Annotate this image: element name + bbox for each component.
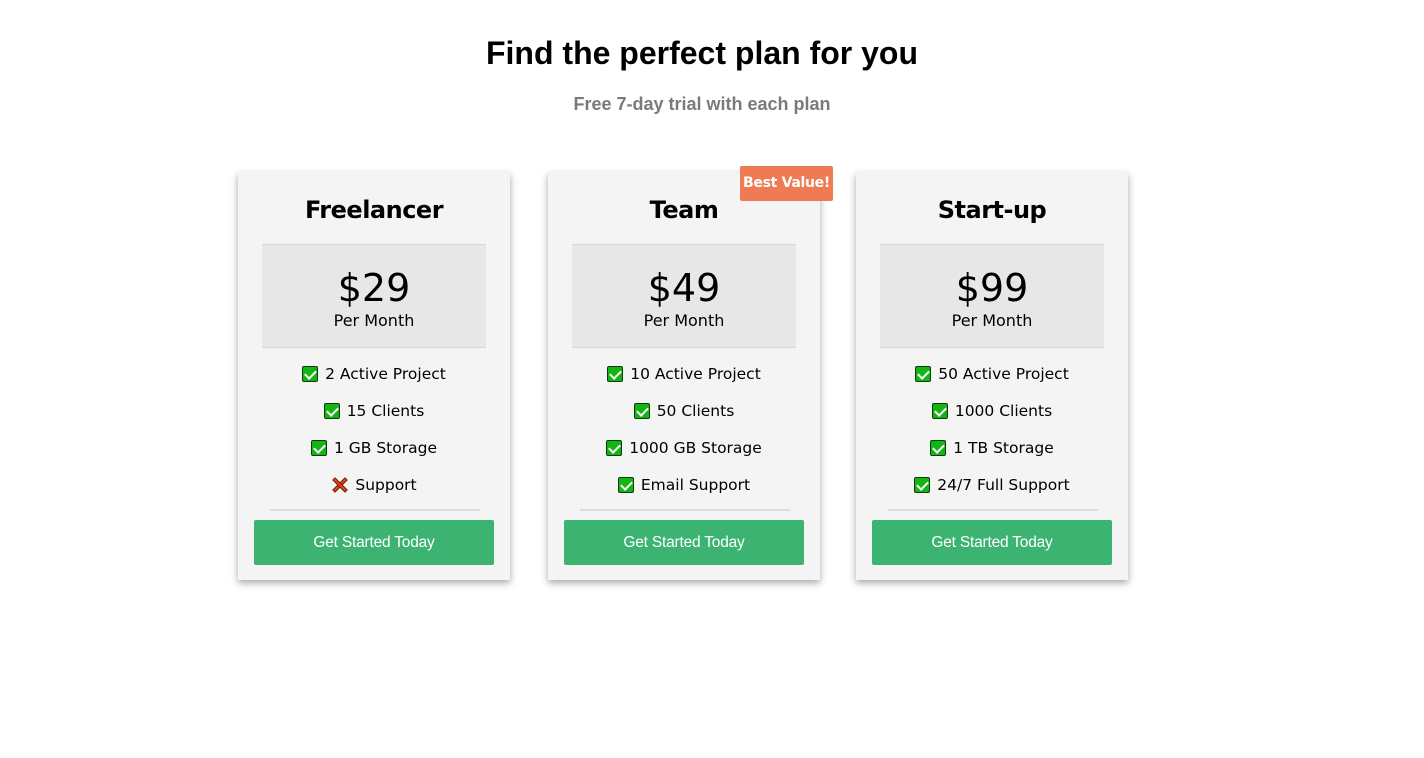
check-icon — [930, 439, 947, 456]
check-icon — [323, 402, 340, 419]
page-subtitle: Free 7-day trial with each plan — [573, 94, 831, 114]
feature-label: 1 TB Storage — [953, 438, 1054, 457]
feature-item: 15 Clients — [238, 392, 510, 429]
plan-card-freelancer: Freelancer $29 Per Month 2 Active Projec… — [238, 172, 510, 580]
get-started-button[interactable]: Get Started Today — [254, 520, 494, 565]
feature-label: 1000 GB Storage — [629, 438, 762, 457]
feature-label: 1000 Clients — [954, 401, 1053, 420]
check-icon — [915, 365, 932, 382]
plan-period: Per Month — [951, 311, 1033, 330]
check-icon — [607, 365, 624, 382]
divider — [888, 509, 1098, 511]
feature-label: 50 Clients — [656, 401, 735, 420]
check-icon — [302, 365, 319, 382]
feature-list: 50 Active Project 1000 Clients 1 TB Stor… — [856, 355, 1128, 503]
check-icon — [931, 402, 948, 419]
plan-price: $29 — [337, 266, 411, 310]
feature-item: 1 GB Storage — [238, 429, 510, 466]
feature-label: 50 Active Project — [938, 364, 1069, 383]
plan-price: $49 — [647, 266, 721, 310]
divider — [580, 509, 790, 511]
feature-item: 1 TB Storage — [856, 429, 1128, 466]
feature-label: Email Support — [640, 475, 751, 494]
feature-item: 50 Active Project — [856, 355, 1128, 392]
cross-icon — [331, 476, 349, 494]
plan-card-team: Team $49 Per Month 10 Active Project 50 … — [548, 166, 833, 580]
check-icon — [606, 439, 623, 456]
plan-card-startup: Start-up $99 Per Month 50 Active Project… — [856, 172, 1128, 580]
feature-item: Support — [238, 466, 510, 503]
check-icon — [914, 476, 931, 493]
plan-price: $99 — [955, 266, 1029, 310]
feature-list: 2 Active Project 15 Clients 1 GB Storage… — [238, 355, 510, 503]
feature-label: 1 GB Storage — [333, 438, 437, 457]
plan-period: Per Month — [643, 311, 725, 330]
divider — [270, 509, 480, 511]
feature-label: 24/7 Full Support — [937, 475, 1070, 494]
best-value-badge: Best Value! — [740, 166, 833, 201]
plan-name: Start-up — [937, 196, 1047, 224]
page-title: Find the perfect plan for you — [485, 35, 918, 71]
check-icon — [617, 476, 634, 493]
get-started-button[interactable]: Get Started Today — [872, 520, 1112, 565]
plan-period: Per Month — [333, 311, 415, 330]
feature-item: 50 Clients — [548, 392, 820, 429]
feature-label: 2 Active Project — [325, 364, 446, 383]
pricing-page: Find the perfect plan for you Free 7-day… — [0, 0, 1424, 758]
feature-item: 1000 Clients — [856, 392, 1128, 429]
feature-item: 1000 GB Storage — [548, 429, 820, 466]
feature-label: 15 Clients — [346, 401, 425, 420]
check-icon — [310, 439, 327, 456]
feature-item: 2 Active Project — [238, 355, 510, 392]
plan-name: Freelancer — [304, 196, 444, 224]
price-box: $49 Per Month — [572, 244, 796, 348]
feature-item: Email Support — [548, 466, 820, 503]
get-started-button[interactable]: Get Started Today — [564, 520, 804, 565]
feature-item: 24/7 Full Support — [856, 466, 1128, 503]
price-box: $99 Per Month — [880, 244, 1104, 348]
feature-list: 10 Active Project 50 Clients 1000 GB Sto… — [548, 355, 820, 503]
feature-item: 10 Active Project — [548, 355, 820, 392]
price-box: $29 Per Month — [262, 244, 486, 348]
feature-label: Support — [355, 475, 417, 494]
check-icon — [633, 402, 650, 419]
feature-label: 10 Active Project — [630, 364, 761, 383]
